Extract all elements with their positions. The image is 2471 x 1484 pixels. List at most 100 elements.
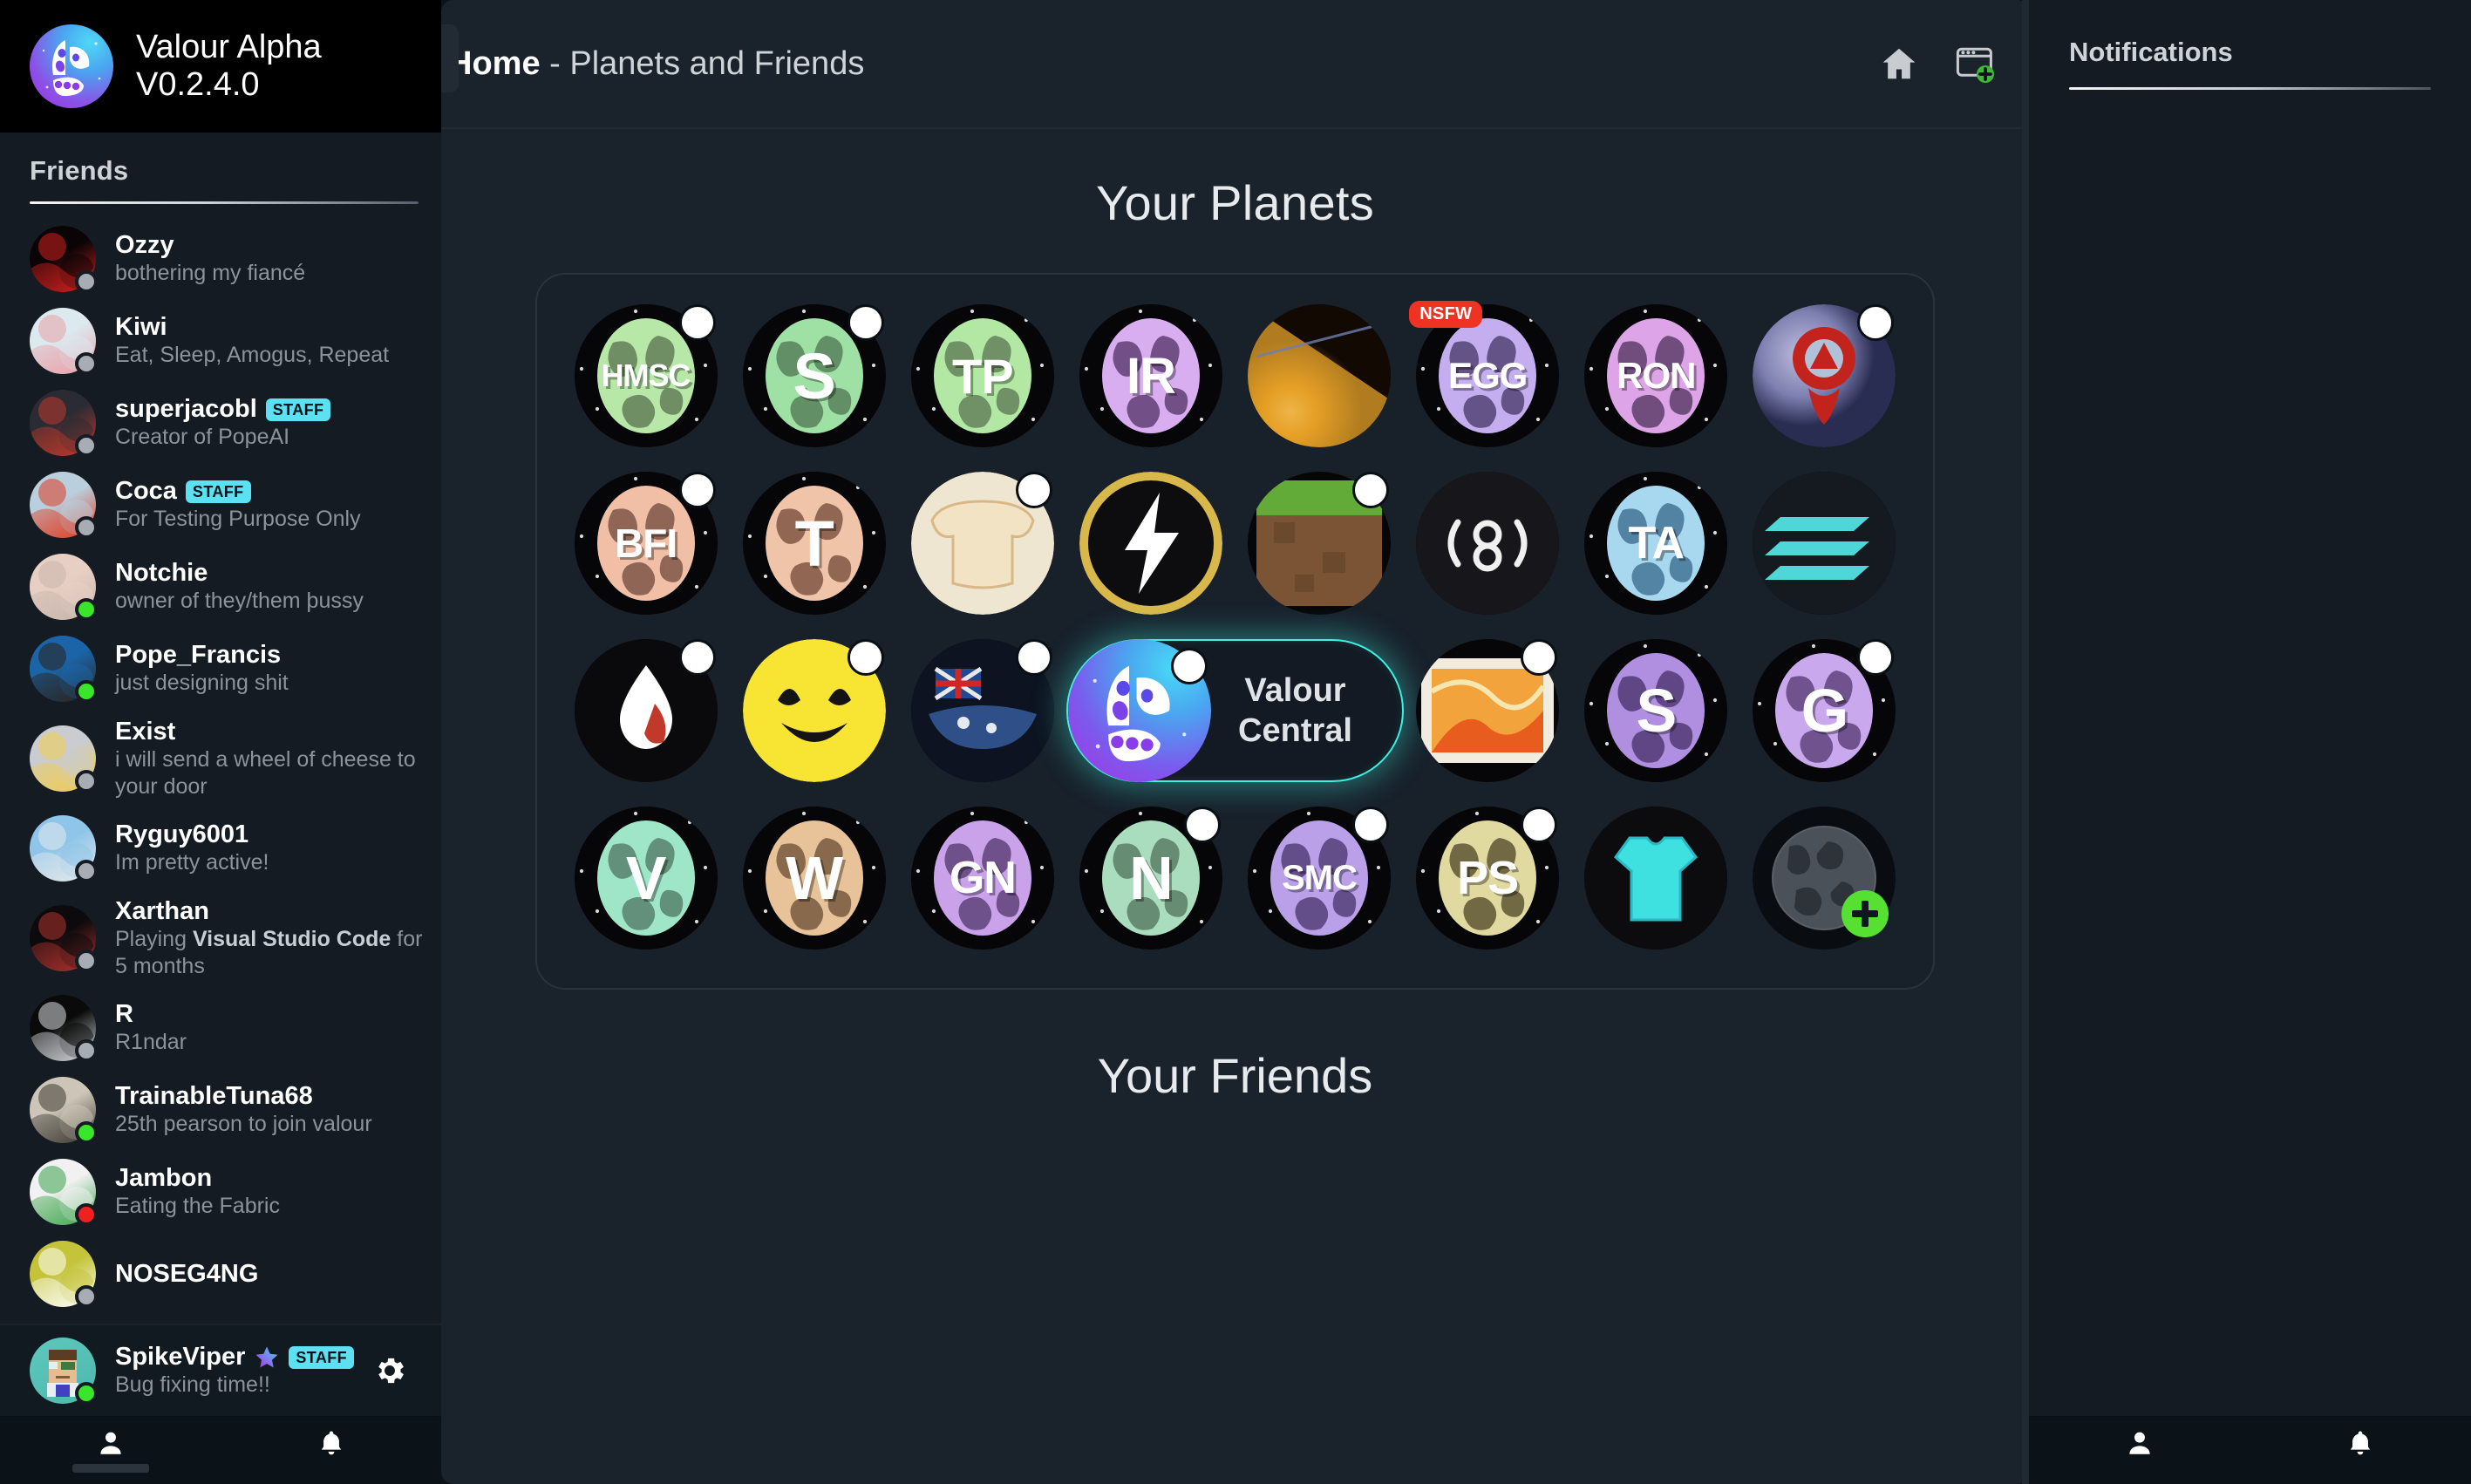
add-planet-button[interactable] — [1753, 807, 1896, 950]
planet-item[interactable]: TP — [910, 304, 1054, 447]
list-item[interactable]: R R1ndar — [0, 987, 441, 1069]
avatar[interactable] — [30, 725, 98, 793]
list-item[interactable]: Kiwi Eat, Sleep, Amogus, Repeat — [0, 300, 441, 382]
new-window-add-icon[interactable] — [1954, 43, 1996, 85]
bell-icon — [321, 1431, 341, 1455]
list-item[interactable]: Ryguy6001 Im pretty active! — [0, 807, 441, 889]
planet-item[interactable] — [1753, 472, 1896, 615]
person-icon — [99, 1432, 121, 1454]
planet-item[interactable] — [574, 639, 718, 782]
avatar[interactable] — [30, 1241, 98, 1308]
sidebar-nav-friends[interactable] — [24, 1428, 198, 1473]
list-item[interactable]: NOSEG4NG — [0, 1233, 441, 1315]
presence-indicator — [75, 598, 98, 621]
list-item[interactable]: Pope_Francis just designing shit — [0, 628, 441, 710]
planet-item[interactable] — [1416, 472, 1560, 615]
current-user-panel[interactable]: SpikeViper STAFF Bug fixing time!! — [0, 1324, 441, 1416]
friend-status: Playing Visual Studio Code for 5 months — [115, 927, 423, 978]
friend-status: just designing shit — [115, 671, 289, 696]
planet-featured-pill[interactable]: Valour Central — [1066, 639, 1404, 782]
list-item[interactable]: Coca STAFF For Testing Purpose Only — [0, 464, 441, 546]
list-item[interactable]: superjacobl STAFF Creator of PopeAI — [0, 382, 441, 464]
planet-item[interactable] — [1248, 304, 1392, 447]
list-item[interactable]: Exist i will send a wheel of cheese to yo… — [0, 710, 441, 807]
planets-grid[interactable]: HMSC S TP IR EGG NSFW RON BFI T TA Valour Central S… — [562, 301, 1909, 950]
planet-item[interactable]: EGG NSFW — [1409, 301, 1560, 447]
planet-item[interactable]: SMC — [1248, 807, 1392, 950]
list-item[interactable]: TrainableTuna68 25th pearson to join valo… — [0, 1069, 441, 1151]
planet-item[interactable]: S — [742, 304, 886, 447]
presence-indicator — [75, 434, 98, 457]
planet-item[interactable]: PS — [1416, 807, 1560, 950]
avatar[interactable] — [30, 995, 98, 1062]
avatar[interactable] — [30, 554, 98, 621]
planet-item[interactable]: RON — [1584, 304, 1728, 447]
planet-item-featured[interactable]: Valour Central — [1066, 639, 1404, 782]
planet-name: Valour Central — [1238, 671, 1352, 749]
planet-item[interactable]: W — [742, 807, 886, 950]
sidebar-bottom-nav[interactable] — [0, 1416, 441, 1484]
avatar[interactable] — [30, 905, 98, 972]
friend-name: TrainableTuna68 — [115, 1082, 313, 1111]
planet-item[interactable]: IR — [1079, 304, 1222, 447]
planet-item[interactable]: G — [1753, 639, 1896, 782]
plus-icon[interactable] — [1841, 890, 1889, 937]
avatar[interactable] — [30, 1077, 98, 1144]
home-icon[interactable] — [1879, 44, 1919, 84]
gear-icon[interactable] — [371, 1352, 408, 1389]
list-item[interactable]: Xarthan Playing Visual Studio Code for 5 … — [0, 889, 441, 987]
friend-name-row: R — [115, 1000, 425, 1029]
sidebar-nav-notifications[interactable] — [244, 1428, 419, 1473]
presence-indicator — [75, 1382, 98, 1405]
planet-item[interactable] — [1416, 639, 1560, 782]
friend-name: Exist — [115, 718, 176, 745]
planet-item[interactable]: V — [574, 807, 718, 950]
friend-info: R R1ndar — [115, 1000, 425, 1056]
list-item[interactable]: Notchie owner of they/them þussy — [0, 546, 441, 628]
planet-item[interactable] — [1248, 472, 1392, 615]
friend-name: R — [115, 1000, 133, 1029]
notifications-list[interactable] — [2029, 90, 2471, 1416]
planet-label: W — [786, 844, 843, 912]
app-brand[interactable]: Valour Alpha V0.2.4.0 — [0, 0, 441, 133]
avatar[interactable] — [30, 636, 98, 703]
avatar[interactable] — [30, 308, 98, 375]
planet-item[interactable]: N — [1079, 807, 1222, 950]
right-bottom-nav[interactable] — [2029, 1416, 2471, 1484]
planet-item[interactable]: S — [1584, 639, 1728, 782]
unread-dot — [1352, 807, 1390, 843]
page-title: Your Planets — [1095, 175, 1375, 230]
planet-item[interactable]: GN — [910, 807, 1054, 950]
avatar[interactable] — [30, 390, 98, 457]
avatar[interactable] — [30, 815, 98, 882]
planet-item[interactable] — [1079, 472, 1222, 615]
sidebar-nav-friends-indicator — [71, 1464, 149, 1473]
right-nav-friends[interactable] — [2052, 1428, 2227, 1473]
avatar[interactable] — [30, 226, 98, 293]
breadcrumb-current[interactable]: Home — [448, 45, 541, 82]
planet-item[interactable]: BFI — [574, 472, 718, 615]
presence-indicator — [75, 1285, 98, 1308]
friend-name-row: superjacobl STAFF — [115, 395, 425, 424]
friend-name-row: Exist — [115, 718, 425, 746]
avatar[interactable] — [30, 1159, 98, 1226]
planet-item[interactable]: T — [742, 472, 886, 615]
avatar[interactable] — [30, 472, 98, 539]
friend-status: i will send a wheel of cheese to your do… — [115, 747, 416, 799]
planet-item[interactable]: TA — [1584, 472, 1728, 615]
planet-item[interactable]: HMSC — [574, 304, 718, 447]
notifications-header: Notifications — [2029, 0, 2471, 68]
planet-item[interactable] — [910, 472, 1054, 615]
right-nav-notifications[interactable] — [2273, 1428, 2447, 1473]
planet-item[interactable] — [742, 639, 886, 782]
planet-item[interactable] — [1584, 807, 1728, 950]
list-item[interactable]: Ozzy bothering my fiancé — [0, 218, 441, 300]
unread-dot — [1015, 639, 1052, 676]
unread-dot — [678, 472, 716, 508]
friends-list[interactable]: Ozzy bothering my fiancé Kiwi Eat, Sleep, A… — [0, 204, 441, 1324]
avatar[interactable] — [30, 1338, 98, 1405]
planet-item[interactable] — [910, 639, 1054, 782]
list-item[interactable]: Jambon Eating the Fabric — [0, 1151, 441, 1233]
friend-name-row: Jambon — [115, 1164, 425, 1193]
planet-item[interactable] — [1753, 304, 1896, 447]
